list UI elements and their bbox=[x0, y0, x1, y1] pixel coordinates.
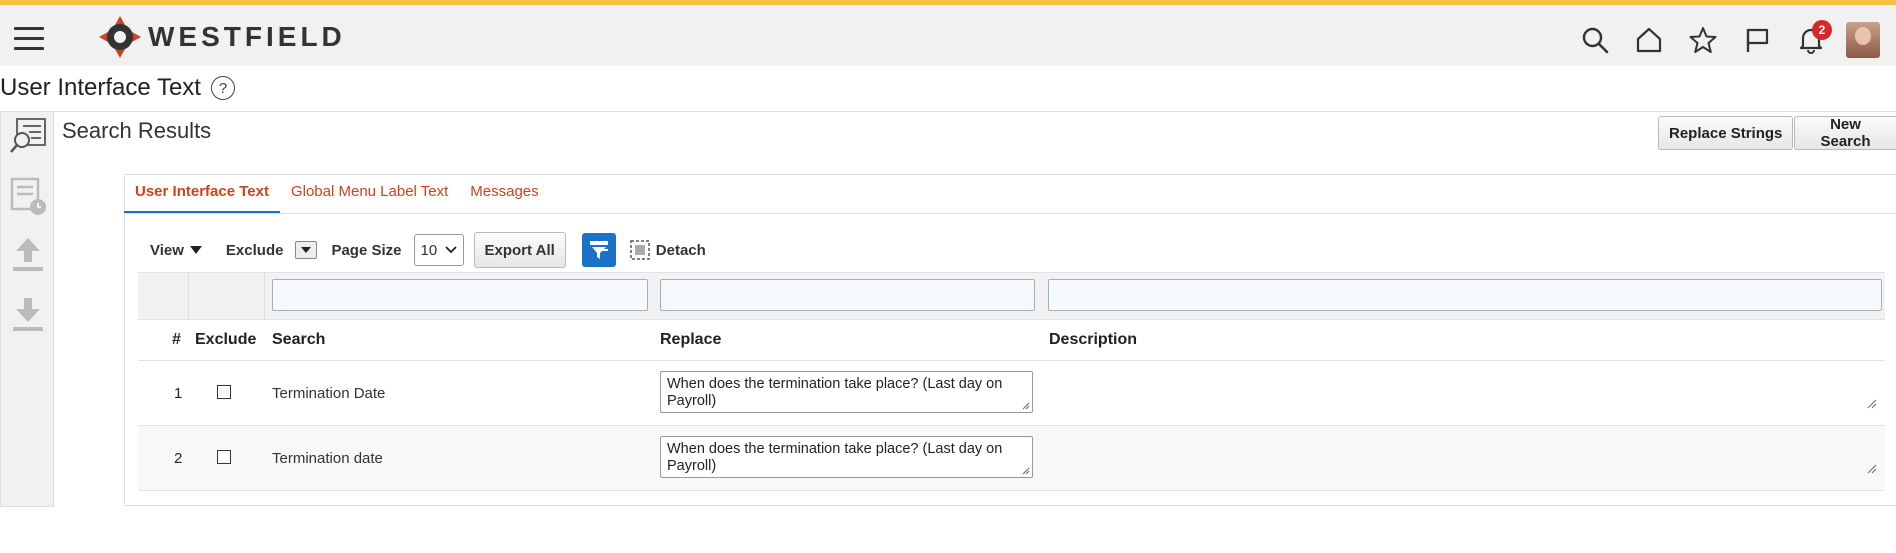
replace-value: When does the termination take place? (L… bbox=[667, 441, 1003, 474]
description-filter-input[interactable] bbox=[1048, 279, 1882, 311]
page-title-row: User Interface Text ? bbox=[0, 74, 235, 102]
left-rail bbox=[0, 111, 54, 507]
row-number: 1 bbox=[174, 385, 183, 402]
view-dropdown-icon bbox=[189, 246, 202, 254]
exclude-menu[interactable]: Exclude bbox=[226, 241, 318, 259]
detach-icon bbox=[630, 240, 650, 260]
top-bar: WESTFIELD 2 bbox=[0, 0, 1896, 66]
upload-icon[interactable] bbox=[9, 236, 47, 276]
column-header-exclude[interactable]: Exclude bbox=[195, 331, 256, 349]
search-value: Termination date bbox=[272, 450, 383, 467]
replace-textarea[interactable]: When does the termination take place? (L… bbox=[660, 436, 1033, 478]
table-header: # Exclude Search Replace Description bbox=[138, 320, 1885, 361]
new-search-button[interactable]: New Search bbox=[1794, 116, 1896, 150]
description-resize-handle-icon[interactable] bbox=[1867, 399, 1877, 409]
tab-global-menu-label-text[interactable]: Global Menu Label Text bbox=[280, 174, 459, 214]
menu-icon[interactable] bbox=[14, 27, 44, 51]
brand-name: WESTFIELD bbox=[148, 21, 346, 52]
help-icon[interactable]: ? bbox=[210, 76, 235, 100]
replace-filter-input[interactable] bbox=[660, 279, 1035, 311]
column-header-description[interactable]: Description bbox=[1049, 331, 1137, 349]
detach-button[interactable]: Detach bbox=[630, 240, 706, 260]
flag-icon[interactable] bbox=[1730, 18, 1784, 62]
view-label: View bbox=[150, 241, 184, 259]
recent-history-icon[interactable] bbox=[9, 176, 47, 216]
export-all-label: Export All bbox=[484, 241, 555, 259]
notifications-bell-icon[interactable]: 2 bbox=[1784, 18, 1838, 62]
query-by-example-filter-icon[interactable] bbox=[581, 233, 616, 267]
section-title: Search Results bbox=[62, 118, 212, 143]
results-table: # Exclude Search Replace Description 1 T… bbox=[138, 272, 1885, 491]
tab-divider bbox=[124, 213, 1896, 214]
user-avatar[interactable] bbox=[1846, 22, 1880, 58]
tab-bar: User Interface Text Global Menu Label Te… bbox=[124, 174, 550, 214]
page-size-select[interactable]: 10 bbox=[413, 234, 464, 266]
replace-strings-button[interactable]: Replace Strings bbox=[1658, 116, 1794, 150]
home-icon[interactable] bbox=[1622, 18, 1676, 62]
westfield-logo[interactable]: WESTFIELD bbox=[98, 15, 346, 59]
download-icon[interactable] bbox=[9, 296, 47, 336]
exclude-label: Exclude bbox=[225, 241, 284, 259]
filter-row bbox=[138, 272, 1885, 320]
export-all-button[interactable]: Export All bbox=[473, 232, 566, 268]
page-title: User Interface Text bbox=[0, 74, 201, 101]
tab-messages[interactable]: Messages bbox=[459, 174, 549, 214]
table-row[interactable]: 2 Termination date When does the termina… bbox=[138, 426, 1885, 491]
column-header-replace[interactable]: Replace bbox=[660, 331, 721, 349]
tab-user-interface-text[interactable]: User Interface Text bbox=[124, 174, 280, 214]
resize-handle-icon[interactable] bbox=[1022, 467, 1030, 475]
table-row[interactable]: 1 Termination Date When does the termina… bbox=[138, 361, 1885, 426]
exclude-checkbox[interactable] bbox=[217, 450, 231, 464]
replace-value: When does the termination take place? (L… bbox=[667, 376, 1003, 409]
search-filter-input[interactable] bbox=[272, 279, 648, 311]
page-size-label: Page Size bbox=[331, 241, 402, 259]
logo-mark-icon bbox=[99, 16, 141, 58]
exclude-checkbox[interactable] bbox=[217, 385, 231, 399]
detach-label: Detach bbox=[655, 241, 706, 259]
row-number: 2 bbox=[174, 450, 183, 467]
favorites-star-icon[interactable] bbox=[1676, 18, 1730, 62]
exclude-dropdown-icon[interactable] bbox=[295, 241, 318, 259]
replace-textarea[interactable]: When does the termination take place? (L… bbox=[660, 371, 1033, 413]
view-menu[interactable]: View bbox=[150, 242, 202, 259]
search-icon[interactable] bbox=[1568, 18, 1622, 62]
table-toolbar: View Exclude Page Size 10 Export All Det… bbox=[150, 232, 706, 268]
resize-handle-icon[interactable] bbox=[1022, 402, 1030, 410]
chevron-down-icon bbox=[444, 246, 457, 254]
search-value: Termination Date bbox=[272, 385, 386, 402]
notification-count-badge: 2 bbox=[1812, 20, 1832, 40]
column-header-search[interactable]: Search bbox=[272, 331, 325, 349]
column-header-number[interactable]: # bbox=[172, 331, 181, 349]
page-size-control: Page Size 10 bbox=[331, 234, 464, 266]
page-size-value: 10 bbox=[420, 241, 438, 259]
search-results-icon[interactable] bbox=[9, 116, 47, 156]
description-resize-handle-icon[interactable] bbox=[1867, 464, 1877, 474]
